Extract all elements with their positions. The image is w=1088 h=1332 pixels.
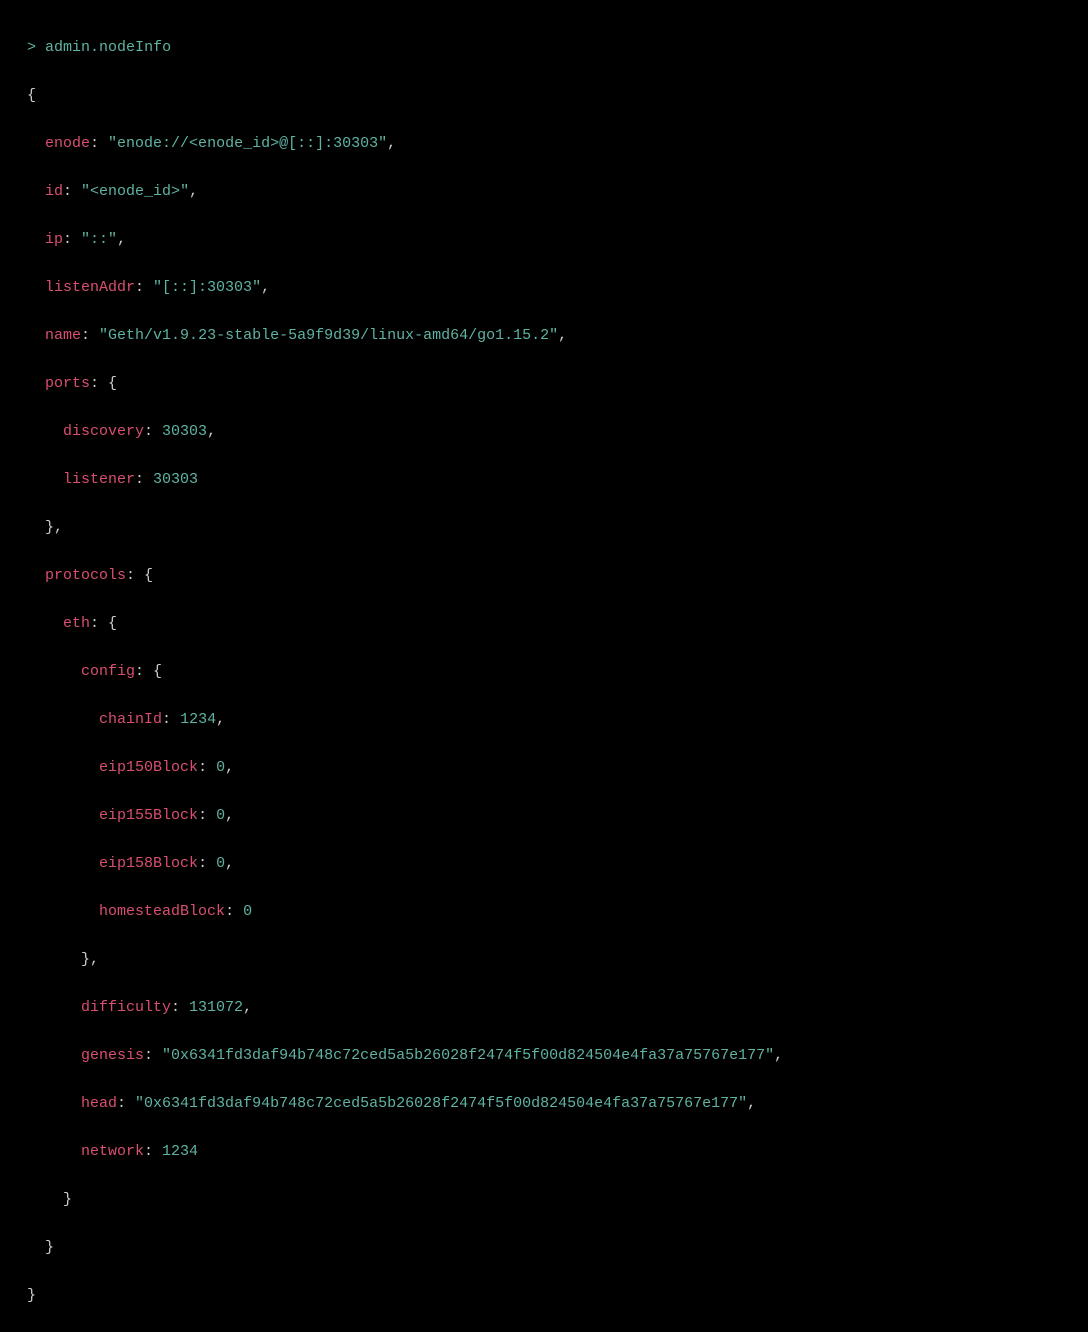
value-name: "Geth/v1.9.23-stable-5a9f9d39/linux-amd6… (99, 327, 558, 344)
output-line: difficulty: 131072, (0, 996, 1088, 1020)
value-homesteadblock: 0 (243, 903, 252, 920)
output-line: chainId: 1234, (0, 708, 1088, 732)
value-discovery: 30303 (162, 423, 207, 440)
output-line: eip150Block: 0, (0, 756, 1088, 780)
key-ip: ip (45, 231, 63, 248)
output-line: id: "<enode_id>", (0, 180, 1088, 204)
command-line[interactable]: > admin.nodeInfo (0, 36, 1088, 60)
value-head: "0x6341fd3daf94b748c72ced5a5b26028f2474f… (135, 1095, 747, 1112)
key-homesteadblock: homesteadBlock (99, 903, 225, 920)
value-genesis: "0x6341fd3daf94b748c72ced5a5b26028f2474f… (162, 1047, 774, 1064)
value-network: 1234 (162, 1143, 198, 1160)
value-eip158block: 0 (216, 855, 225, 872)
value-id: "<enode_id>" (81, 183, 189, 200)
key-protocols: protocols (45, 567, 126, 584)
output-line: eip155Block: 0, (0, 804, 1088, 828)
output-line: genesis: "0x6341fd3daf94b748c72ced5a5b26… (0, 1044, 1088, 1068)
value-difficulty: 131072 (189, 999, 243, 1016)
output-line: protocols: { (0, 564, 1088, 588)
value-eip150block: 0 (216, 759, 225, 776)
output-line: }, (0, 516, 1088, 540)
key-id: id (45, 183, 63, 200)
output-line: eip158Block: 0, (0, 852, 1088, 876)
open-brace: { (27, 87, 36, 104)
value-listenaddr: "[::]:30303" (153, 279, 261, 296)
key-head: head (81, 1095, 117, 1112)
key-eip155block: eip155Block (99, 807, 198, 824)
key-eip150block: eip150Block (99, 759, 198, 776)
output-line: name: "Geth/v1.9.23-stable-5a9f9d39/linu… (0, 324, 1088, 348)
output-line: enode: "enode://<enode_id>@[::]:30303", (0, 132, 1088, 156)
key-enode: enode (45, 135, 90, 152)
close-brace: } (27, 1287, 36, 1304)
prompt-symbol: > (27, 39, 36, 56)
output-line: config: { (0, 660, 1088, 684)
key-name: name (45, 327, 81, 344)
value-eip155block: 0 (216, 807, 225, 824)
value-chainid: 1234 (180, 711, 216, 728)
key-listener: listener (63, 471, 135, 488)
value-ip: "::" (81, 231, 117, 248)
output-line: ports: { (0, 372, 1088, 396)
key-listenaddr: listenAddr (45, 279, 135, 296)
output-line: { (0, 84, 1088, 108)
key-discovery: discovery (63, 423, 144, 440)
output-line: homesteadBlock: 0 (0, 900, 1088, 924)
key-config: config (81, 663, 135, 680)
key-network: network (81, 1143, 144, 1160)
output-line: } (0, 1284, 1088, 1308)
key-eip158block: eip158Block (99, 855, 198, 872)
output-line: listener: 30303 (0, 468, 1088, 492)
key-chainid: chainId (99, 711, 162, 728)
key-eth: eth (63, 615, 90, 632)
output-line: }, (0, 948, 1088, 972)
value-listener: 30303 (153, 471, 198, 488)
output-line: } (0, 1236, 1088, 1260)
output-line: network: 1234 (0, 1140, 1088, 1164)
value-enode: "enode://<enode_id>@[::]:30303" (108, 135, 387, 152)
output-line: listenAddr: "[::]:30303", (0, 276, 1088, 300)
output-line: discovery: 30303, (0, 420, 1088, 444)
key-genesis: genesis (81, 1047, 144, 1064)
key-difficulty: difficulty (81, 999, 171, 1016)
terminal-output: > admin.nodeInfo { enode: "enode://<enod… (0, 12, 1088, 1332)
output-line: eth: { (0, 612, 1088, 636)
command-text: admin.nodeInfo (45, 39, 171, 56)
key-ports: ports (45, 375, 90, 392)
output-line: head: "0x6341fd3daf94b748c72ced5a5b26028… (0, 1092, 1088, 1116)
output-line: ip: "::", (0, 228, 1088, 252)
output-line: } (0, 1188, 1088, 1212)
